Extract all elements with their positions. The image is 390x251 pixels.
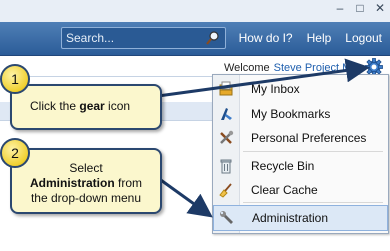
window-title-bar: – □ ✕ <box>0 0 390 22</box>
pane-divider <box>0 76 212 77</box>
menu-item-personal-preferences[interactable]: Personal Preferences <box>213 126 388 150</box>
menu-item-label: Clear Cache <box>251 183 318 197</box>
how-do-i-link[interactable]: How do I? <box>239 31 293 45</box>
user-name-link[interactable]: Steve Project Ma <box>274 62 358 74</box>
broom-icon <box>219 183 232 198</box>
window-controls: – □ ✕ <box>334 1 386 15</box>
inbox-icon <box>219 81 233 96</box>
callout-text: Select Administration from the drop-down… <box>29 161 142 205</box>
logout-link[interactable]: Logout <box>345 31 382 45</box>
close-icon[interactable]: ✕ <box>374 1 386 15</box>
menu-item-label: My Inbox <box>251 82 300 96</box>
callout-text: Click the gear icon <box>30 99 131 113</box>
menu-separator <box>243 151 383 152</box>
recycle-bin-icon <box>220 159 232 174</box>
bookmark-icon <box>221 108 232 120</box>
search-box[interactable] <box>61 27 226 49</box>
tools-icon <box>220 130 234 144</box>
search-icon[interactable] <box>205 30 221 46</box>
arrow-to-administration <box>157 176 213 218</box>
help-link[interactable]: Help <box>307 31 332 45</box>
wrench-icon <box>220 211 233 224</box>
header-links: How do I? Help Logout <box>239 31 382 45</box>
menu-item-label: Personal Preferences <box>251 131 367 145</box>
minimize-icon[interactable]: – <box>334 1 346 15</box>
menu-item-label: Recycle Bin <box>251 159 315 173</box>
menu-item-my-bookmarks[interactable]: My Bookmarks <box>213 102 388 126</box>
menu-item-label: My Bookmarks <box>251 107 331 121</box>
menu-item-clear-cache[interactable]: Clear Cache <box>213 178 388 202</box>
menu-item-administration[interactable]: Administration <box>213 205 388 231</box>
menu-separator <box>243 202 383 203</box>
gear-dropdown-menu: My Inbox My Bookmarks Personal Preferenc… <box>212 74 389 234</box>
callout-step-1: Click the gear icon <box>10 84 162 130</box>
step-badge-2: 2 <box>0 138 30 168</box>
top-header: How do I? Help Logout <box>0 22 390 56</box>
step-badge-1: 1 <box>0 64 30 94</box>
callout-step-2: Select Administration from the drop-down… <box>10 148 162 214</box>
menu-item-recycle-bin[interactable]: Recycle Bin <box>213 154 388 178</box>
maximize-icon[interactable]: □ <box>354 1 366 15</box>
welcome-label: Welcome <box>224 62 270 74</box>
welcome-bar: Welcome Steve Project Ma <box>224 62 357 74</box>
menu-item-my-inbox[interactable]: My Inbox <box>213 77 388 101</box>
search-input[interactable] <box>64 28 204 48</box>
menu-item-label: Administration <box>252 211 329 225</box>
